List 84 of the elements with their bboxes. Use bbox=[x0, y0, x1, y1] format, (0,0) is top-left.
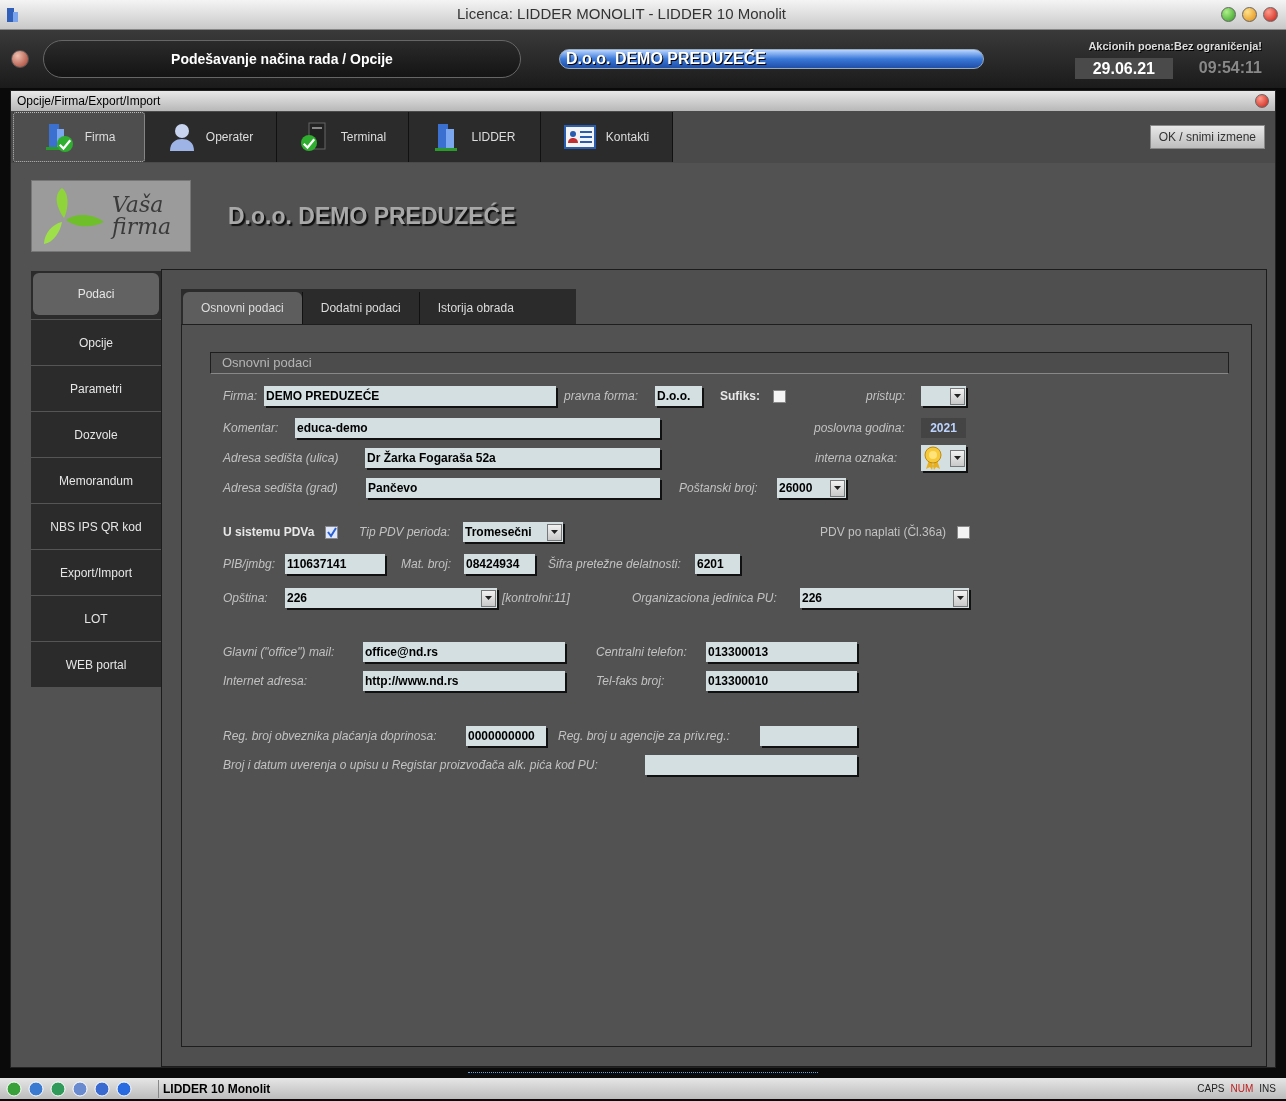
field-label: Tel-faks broj: bbox=[596, 673, 666, 690]
field-label: Reg. broj u agencije za priv.reg.: bbox=[558, 728, 731, 745]
dropdown[interactable]: 26000 bbox=[777, 478, 846, 498]
mode-title: Podešavanje načina rada / Opcije bbox=[43, 40, 521, 78]
text-field[interactable]: 013300013 bbox=[706, 642, 857, 662]
company-name: D.o.o. DEMO PREDUZEĆE bbox=[228, 201, 516, 231]
caret-icon bbox=[834, 486, 841, 490]
caret-icon bbox=[954, 456, 961, 460]
dropdown[interactable]: Tromesečni bbox=[463, 522, 563, 542]
caret-icon bbox=[954, 394, 961, 398]
status-indicator: NUM bbox=[1230, 1082, 1254, 1096]
ok-button[interactable]: OK / snimi izmene bbox=[1149, 125, 1265, 149]
field-label: PIB/jmbg: bbox=[223, 556, 277, 573]
caret-icon bbox=[957, 596, 964, 600]
nav-item[interactable]: WEB portal bbox=[31, 641, 161, 687]
field-label: Adresa sedišta (grad) bbox=[223, 480, 339, 497]
field-label: Opština: bbox=[223, 590, 269, 607]
caret-icon bbox=[551, 530, 558, 534]
time-display: 09:54:11 bbox=[1198, 58, 1262, 79]
status-indicator: INS bbox=[1259, 1082, 1276, 1096]
checkbox[interactable] bbox=[957, 525, 970, 539]
text-field[interactable]: Pančevo bbox=[366, 478, 660, 498]
caret-icon bbox=[485, 596, 492, 600]
text-field[interactable]: educa-demo bbox=[295, 418, 660, 438]
close-button[interactable] bbox=[1255, 94, 1269, 108]
person-icon bbox=[167, 122, 196, 152]
field-label: pristup: bbox=[866, 388, 907, 405]
checkbox[interactable] bbox=[773, 389, 786, 403]
text-field[interactable]: Dr Žarka Fogaraša 52a bbox=[365, 448, 660, 468]
text-field[interactable]: 0000000000 bbox=[466, 726, 546, 746]
medal-icon bbox=[923, 446, 943, 470]
dropdown[interactable] bbox=[921, 445, 966, 471]
field-label: Komentar: bbox=[223, 420, 280, 437]
field-label: Centralni telefon: bbox=[596, 644, 688, 661]
field-label: interna oznaka: bbox=[815, 450, 899, 467]
dropdown[interactable] bbox=[921, 386, 966, 406]
logo-text: firma bbox=[112, 216, 172, 238]
text-field[interactable]: 6201 bbox=[695, 554, 740, 574]
text-field[interactable] bbox=[760, 726, 857, 746]
text-field[interactable]: office@nd.rs bbox=[363, 642, 565, 662]
text-field[interactable]: http://www.nd.rs bbox=[363, 671, 565, 691]
field-label: Poštanski broj: bbox=[679, 480, 759, 497]
window-title: Licenca: LIDDER MONOLIT - LIDDER 10 Monolit bbox=[456, 4, 787, 25]
dropdown[interactable]: 226 bbox=[285, 588, 497, 608]
tab[interactable]: Osnovni podaci bbox=[183, 292, 302, 324]
close-button[interactable] bbox=[1263, 7, 1278, 22]
toolbar-tab[interactable]: Firma bbox=[13, 112, 145, 162]
app-name: LIDDER 10 Monolit bbox=[158, 1079, 271, 1098]
field-label: Glavni ("office") mail: bbox=[223, 644, 336, 661]
section-title: Osnovni podaci bbox=[222, 354, 312, 373]
field-label: Firma: bbox=[223, 388, 258, 405]
points-label: Akcionih poena:Bez ograničenja! bbox=[1088, 38, 1262, 54]
minimize-button[interactable] bbox=[1221, 7, 1236, 22]
contact-card-icon bbox=[563, 125, 596, 149]
subwindow-title: Opcije/Firma/Export/Import bbox=[17, 93, 161, 110]
note-text: [kontrolni:11] bbox=[502, 590, 571, 607]
status-indicator: CAPS bbox=[1197, 1082, 1225, 1096]
field-label: pravna forma: bbox=[564, 388, 640, 405]
field-label: Organizaciona jedinica PU: bbox=[632, 590, 778, 607]
field-label: PDV po naplati (Čl.36a) bbox=[820, 523, 948, 541]
logo-text: Vaša bbox=[112, 194, 165, 216]
date-display: 29.06.21 bbox=[1074, 57, 1173, 79]
field-label: Internet adresa: bbox=[223, 673, 309, 690]
text-field[interactable]: DEMO PREDUZEĆE bbox=[264, 386, 556, 406]
text-field[interactable]: 08424934 bbox=[464, 554, 535, 574]
nav-item[interactable]: Podaci bbox=[33, 273, 159, 315]
field-label: Mat. broj: bbox=[401, 556, 452, 573]
field-label: poslovna godina: bbox=[814, 420, 906, 437]
field-label: Tip PDV perioda: bbox=[359, 524, 452, 541]
field-label: Šifra pretežne delatnosti: bbox=[548, 555, 682, 573]
text-field[interactable]: 013300010 bbox=[706, 671, 857, 691]
field-label: Sufiks: bbox=[720, 388, 761, 405]
text-field[interactable]: D.o.o. bbox=[655, 386, 702, 406]
maximize-button[interactable] bbox=[1242, 7, 1257, 22]
text-field[interactable] bbox=[645, 755, 857, 775]
field-label: Adresa sedišta (ulica) bbox=[223, 450, 340, 467]
field-label: Reg. broj obveznika plaćanja doprinosa: bbox=[223, 728, 438, 745]
field-label: U sistemu PDVa bbox=[223, 524, 316, 541]
field-label: Broj i datum uverenja o upisu u Registar proizvođača alk. pića kod PU: bbox=[223, 757, 599, 774]
dropdown[interactable]: 226 bbox=[800, 588, 969, 608]
company-banner: D.o.o. DEMO PREDUZEĆE bbox=[559, 49, 984, 69]
text-field[interactable]: 110637141 bbox=[285, 554, 385, 574]
year-value: 2021 bbox=[921, 418, 966, 438]
power-button[interactable] bbox=[11, 50, 29, 68]
